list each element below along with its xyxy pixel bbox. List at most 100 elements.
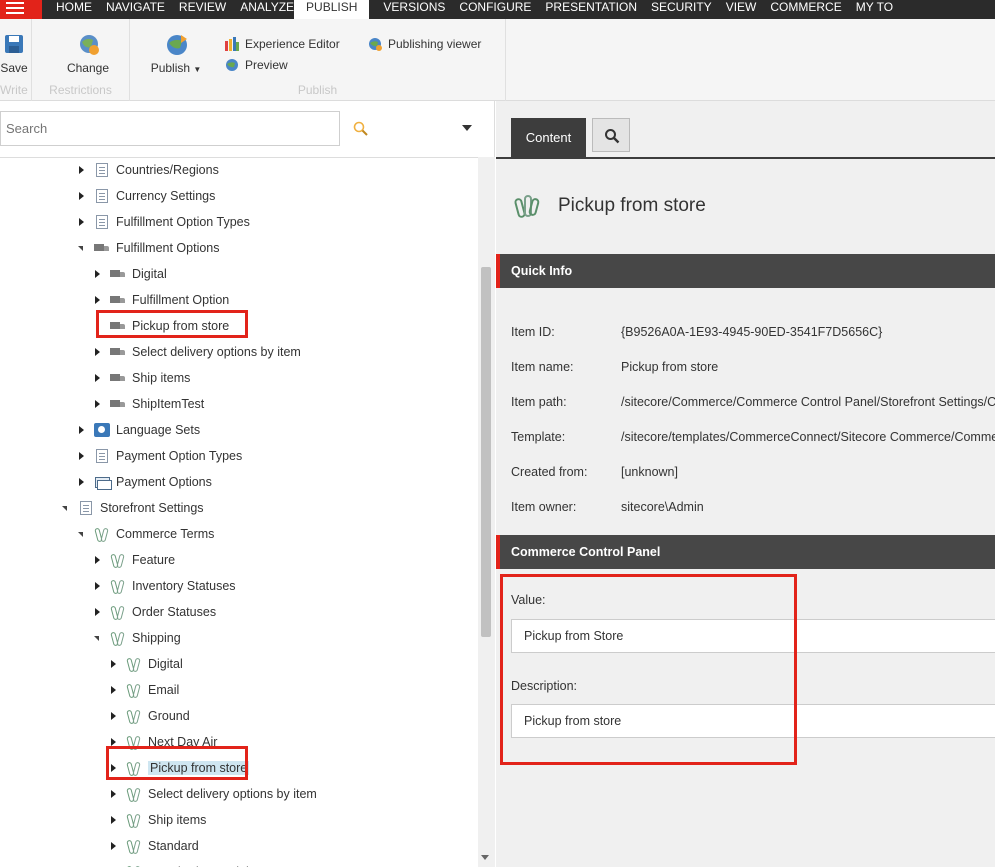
nav-tab-review[interactable]: REVIEW: [165, 0, 226, 19]
nav-tab-navigate[interactable]: NAVIGATE: [92, 0, 165, 19]
collapse-arrow-icon[interactable]: [92, 628, 104, 648]
tree-node[interactable]: Select delivery options by item: [108, 784, 317, 804]
search-icon[interactable]: [353, 121, 369, 137]
save-button[interactable]: Save: [0, 33, 28, 75]
hamburger-menu-icon[interactable]: [0, 0, 42, 19]
expand-arrow-icon[interactable]: [92, 264, 104, 284]
tree-node[interactable]: Countries/Regions: [76, 160, 219, 180]
expand-arrow-icon[interactable]: [76, 212, 88, 232]
nav-tab-home[interactable]: HOME: [42, 0, 92, 19]
tree-node-label: Fulfillment Option: [132, 293, 230, 307]
tree-node[interactable]: ShipItemTest: [92, 394, 204, 414]
expand-arrow-icon[interactable]: [108, 810, 120, 830]
expand-arrow-icon[interactable]: [108, 732, 120, 752]
tree-node[interactable]: Next Day Air: [108, 732, 217, 752]
expand-arrow-icon[interactable]: [76, 160, 88, 180]
expand-arrow-icon[interactable]: [92, 368, 104, 388]
nav-tab-commerce[interactable]: COMMERCE: [756, 0, 841, 19]
nav-tab-publish[interactable]: PUBLISH: [294, 0, 370, 19]
tree-node[interactable]: Standard Overnight: [108, 862, 256, 867]
tree-node[interactable]: Fulfillment Options: [76, 238, 220, 258]
tree-node[interactable]: Digital: [92, 264, 167, 284]
expand-arrow-icon[interactable]: [92, 550, 104, 570]
quick-info-value[interactable]: {B9526A0A-1E93-4945-90ED-3541F7D5656C}: [621, 325, 882, 341]
tree-node[interactable]: Email: [108, 680, 179, 700]
quick-info-value[interactable]: /sitecore/Commerce/Commerce Control Pane…: [621, 395, 995, 411]
paperclip-icon: [110, 579, 126, 593]
expand-arrow-icon[interactable]: [76, 446, 88, 466]
expand-arrow-icon[interactable]: [92, 394, 104, 414]
tree-node[interactable]: Fulfillment Option Types: [76, 212, 250, 232]
restrictions-group-label: Restrictions: [49, 83, 112, 97]
tree-node[interactable]: Inventory Statuses: [92, 576, 236, 596]
expand-arrow-icon[interactable]: [108, 784, 120, 804]
nav-tab-my-to[interactable]: MY TO: [842, 0, 893, 19]
tree-node[interactable]: Ship items: [108, 810, 206, 830]
tree-node[interactable]: Digital: [108, 654, 183, 674]
tree-node[interactable]: Payment Option Types: [76, 446, 242, 466]
collapse-arrow-icon[interactable]: [76, 524, 88, 544]
preview-globe-icon: [225, 58, 239, 72]
quick-info-value[interactable]: sitecore\Admin: [621, 500, 704, 516]
quick-info-value[interactable]: Pickup from store: [621, 360, 718, 376]
truck-icon: [110, 293, 126, 307]
expand-arrow-icon[interactable]: [76, 420, 88, 440]
publish-button[interactable]: Publish ▼: [146, 33, 206, 75]
tree-node[interactable]: Language Sets: [76, 420, 200, 440]
expand-arrow-icon[interactable]: [92, 342, 104, 362]
description-field[interactable]: Pickup from store: [511, 704, 995, 738]
expand-arrow-icon[interactable]: [108, 706, 120, 726]
tree-node[interactable]: Commerce Terms: [76, 524, 214, 544]
tree-node-label: ShipItemTest: [132, 397, 205, 411]
collapse-arrow-icon[interactable]: [76, 238, 88, 258]
tree-node[interactable]: Currency Settings: [76, 186, 215, 206]
tree-node[interactable]: Shipping: [92, 628, 181, 648]
experience-editor-button[interactable]: Experience Editor: [225, 37, 340, 51]
expand-arrow-icon[interactable]: [108, 654, 120, 674]
change-button[interactable]: Change: [60, 33, 116, 75]
expand-arrow-icon[interactable]: [92, 290, 104, 310]
expand-arrow-icon[interactable]: [108, 758, 120, 778]
tree-scrollbar-thumb[interactable]: [481, 267, 491, 637]
tree-node[interactable]: Fulfillment Option: [92, 290, 229, 310]
tree-node[interactable]: Payment Options: [76, 472, 212, 492]
tab-search[interactable]: [592, 118, 630, 152]
expand-arrow-icon[interactable]: [108, 836, 120, 856]
tree-node[interactable]: Pickup from store: [92, 316, 229, 336]
expand-arrow-icon[interactable]: [76, 186, 88, 206]
nav-tab-versions[interactable]: VERSIONS: [369, 0, 445, 19]
quick-info-value[interactable]: /sitecore/templates/CommerceConnect/Site…: [621, 430, 995, 446]
quick-info-value[interactable]: [unknown]: [621, 465, 678, 481]
expand-arrow-icon[interactable]: [108, 862, 120, 867]
expand-arrow-icon[interactable]: [76, 472, 88, 492]
tree-node[interactable]: Select delivery options by item: [92, 342, 301, 362]
nav-tab-analyze[interactable]: ANALYZE: [226, 0, 294, 19]
nav-tab-security[interactable]: SECURITY: [637, 0, 712, 19]
search-options-dropdown-icon[interactable]: [462, 125, 472, 131]
expand-arrow-icon[interactable]: [92, 576, 104, 596]
preview-button[interactable]: Preview: [225, 58, 288, 72]
search-input[interactable]: [1, 112, 339, 145]
quick-info-header[interactable]: Quick Info: [496, 254, 995, 288]
collapse-arrow-icon[interactable]: [60, 498, 72, 518]
value-label: Value:: [511, 593, 546, 607]
tree-node-label: Ship items: [132, 371, 191, 385]
tab-content[interactable]: Content: [511, 118, 586, 157]
tree-node[interactable]: Standard: [108, 836, 199, 856]
value-field[interactable]: Pickup from Store: [511, 619, 995, 653]
tree-node[interactable]: Ground: [108, 706, 190, 726]
tree-node[interactable]: Ship items: [92, 368, 190, 388]
nav-tab-view[interactable]: VIEW: [712, 0, 757, 19]
expand-arrow-icon[interactable]: [92, 602, 104, 622]
tree-node[interactable]: Pickup from store: [108, 758, 250, 778]
tree-node[interactable]: Order Statuses: [92, 602, 216, 622]
expand-arrow-icon[interactable]: [108, 680, 120, 700]
tree-node[interactable]: Feature: [92, 550, 175, 570]
nav-tab-presentation[interactable]: PRESENTATION: [531, 0, 637, 19]
nav-tab-configure[interactable]: CONFIGURE: [445, 0, 531, 19]
publishing-viewer-button[interactable]: Publishing viewer: [368, 37, 481, 51]
scroll-down-arrow-icon[interactable]: [481, 855, 489, 860]
commerce-control-panel-header[interactable]: Commerce Control Panel: [496, 535, 995, 569]
tree-node[interactable]: Storefront Settings: [60, 498, 204, 518]
tree-node-label: Currency Settings: [116, 189, 216, 203]
